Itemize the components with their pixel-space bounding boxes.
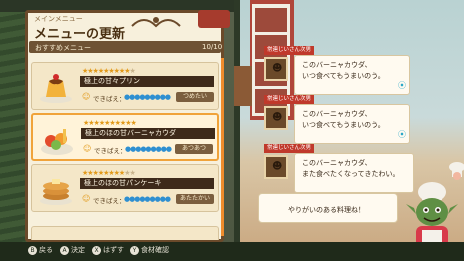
- chef-message: やりがいのある料理ね！: [288, 206, 365, 214]
- salad-icon: [41, 129, 73, 155]
- message-line: また食べたくなってきたわい。: [302, 170, 400, 178]
- smile-icon: ☺: [82, 194, 91, 203]
- a-button-icon: A: [60, 246, 69, 255]
- vine-decoration: [0, 0, 26, 261]
- hint-label: 決定: [71, 246, 85, 254]
- speech-icon: ⦿: [398, 130, 406, 139]
- hint-label: 食材確認: [141, 246, 169, 254]
- hint-remove[interactable]: X はずす: [92, 245, 124, 255]
- panel-divider: [234, 0, 240, 261]
- message-line: いつ食べてもうまいのう。: [302, 121, 385, 129]
- smile-icon: ☺: [82, 92, 91, 101]
- quality-label: できばえ：: [93, 197, 126, 205]
- dish-name: 極上の甘々プリン: [80, 76, 214, 87]
- hint-back[interactable]: B 戻る: [28, 245, 53, 255]
- hint-ingredients[interactable]: Y 食材確認: [130, 245, 169, 255]
- menu-card[interactable]: ★★★★★★★★★★ 極上のほの甘パンケーキ ☺ できばえ： ●●●●●●●●●…: [31, 164, 219, 212]
- scrollbar-thumb[interactable]: [221, 58, 224, 236]
- rating-stars: ★★★★★★★★★★: [83, 119, 137, 127]
- recommend-count: 10/10: [202, 43, 223, 51]
- x-button-icon: X: [92, 246, 101, 255]
- quality-meter: ●●●●●●●●●: [124, 93, 171, 101]
- menu-card[interactable]: ★★★★★★★★★★ 極上の甘々プリン ☺ できばえ： ●●●●●●●●● つめ…: [31, 62, 219, 110]
- temperature-tag: あたたかい: [176, 194, 214, 204]
- shelf: [234, 66, 252, 106]
- restaurant-scene: 常連じいさん次男 ☻ このバーニャカウダ、 いつ食べてもうまいのう。 ⦿ 常連じ…: [234, 0, 464, 261]
- customer-avatar: ☻: [264, 106, 288, 130]
- dish-name: 極上のほの甘バーニャカウダ: [81, 128, 215, 139]
- chef-hat-icon: [449, 162, 464, 180]
- y-button-icon: Y: [130, 246, 139, 255]
- quality-meter: ●●●●●●●●●: [124, 195, 171, 203]
- sender-label: 常連じいさん次男: [264, 95, 314, 104]
- smile-icon: ☺: [83, 144, 92, 153]
- rating-stars: ★★★★★★★★★★: [82, 169, 136, 177]
- message-line: このバーニャカウダ、: [302, 61, 372, 69]
- message-line: このバーニャカウダ、: [302, 110, 372, 118]
- quality-label: できばえ：: [93, 95, 126, 103]
- quality-meter: ●●●●●●●●●: [125, 145, 172, 153]
- meat-dish-icon: [198, 10, 230, 28]
- page-title: メニューの更新: [34, 27, 126, 42]
- hint-label: はずす: [103, 246, 124, 254]
- menu-card-selected[interactable]: ★★★★★★★★★★ 極上のほの甘バーニャカウダ ☺ できばえ： ●●●●●●●…: [31, 113, 219, 161]
- quality-label: できばえ：: [94, 147, 127, 155]
- hint-confirm[interactable]: A 決定: [60, 245, 85, 255]
- sender-label: 常連じいさん次男: [264, 46, 314, 55]
- temperature-tag: つめたい: [176, 92, 214, 102]
- customer-avatar: ☻: [264, 155, 288, 179]
- message-line: このバーニャカウダ、: [302, 159, 372, 167]
- fork-knife-decoration-icon: [131, 17, 181, 28]
- hint-label: 戻る: [39, 246, 53, 254]
- sender-label: 常連じいさん次男: [264, 144, 314, 153]
- menu-card[interactable]: [31, 226, 219, 240]
- temperature-tag: あつあつ: [175, 144, 213, 154]
- b-button-icon: B: [28, 246, 37, 255]
- pancake-icon: [40, 179, 72, 205]
- customer-avatar: ☻: [264, 57, 288, 81]
- pudding-icon: [40, 74, 72, 103]
- rating-stars: ★★★★★★★★★★: [82, 67, 136, 75]
- recommend-label: おすすめメニュー: [35, 44, 91, 52]
- message-line: いつ食べてもうまいのう。: [302, 72, 385, 80]
- speech-icon: ⦿: [398, 81, 406, 90]
- dish-name: 極上のほの甘パンケーキ: [80, 178, 214, 189]
